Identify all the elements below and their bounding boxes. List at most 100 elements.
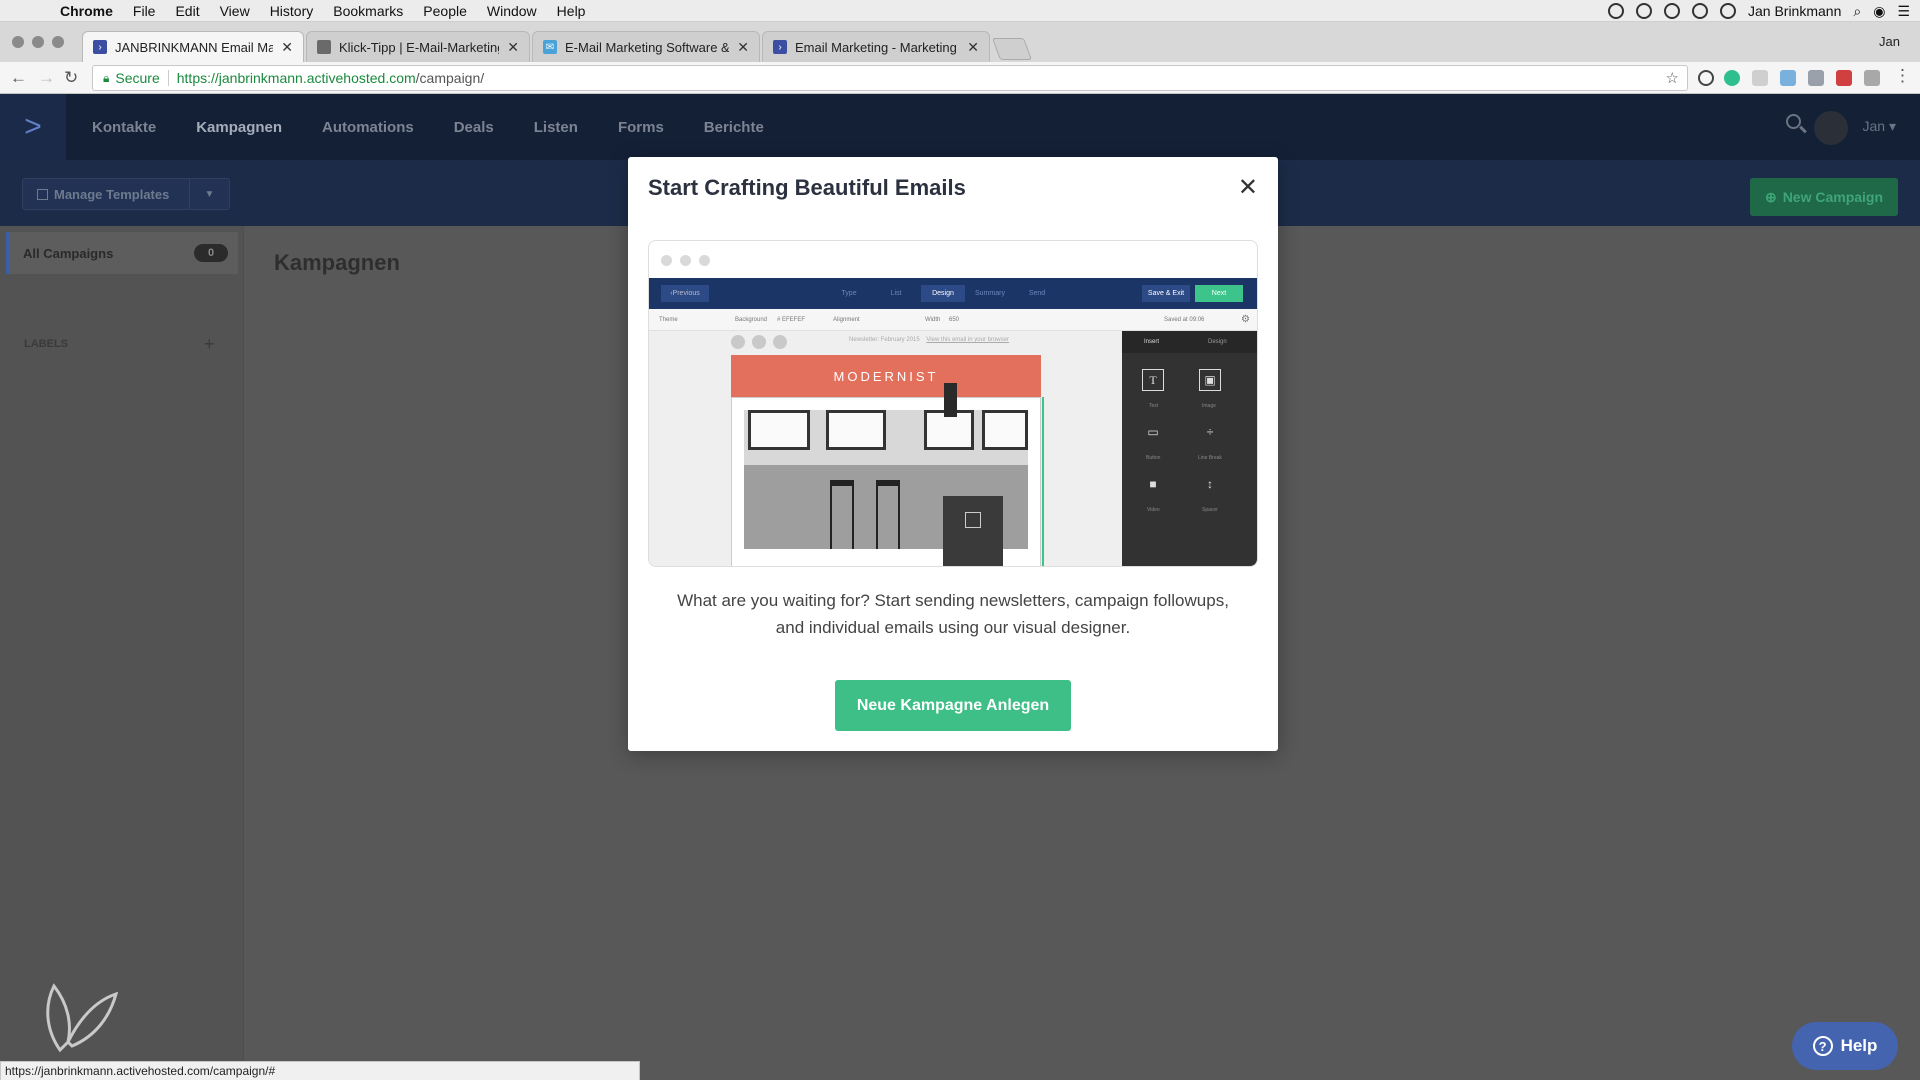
address-separator (167, 70, 169, 86)
browser-tab[interactable]: ✉ E-Mail Marketing Software & ✕ (532, 31, 760, 62)
sidebar-item-all-campaigns[interactable]: All Campaigns 0 (6, 232, 238, 274)
designer-preview-image: ‹ Previous Type List Design Summary Send… (648, 240, 1258, 567)
modal-description: What are you waiting for? Start sending … (648, 587, 1258, 641)
preview-newsletter-date: Newsletter: February 2015 View this emai… (849, 337, 1009, 343)
preview-step: Summary (975, 290, 1005, 297)
preview-drag-text-block (943, 496, 1003, 566)
tab-title: JANBRINKMANN Email Marke (115, 39, 274, 55)
back-arrow-icon[interactable]: ← (10, 68, 27, 88)
help-button[interactable]: ? Help (1792, 1022, 1898, 1070)
menu-help[interactable]: Help (547, 3, 596, 19)
top-navigation: > Kontakte Kampagnen Automations Deals L… (0, 94, 1920, 160)
line-break-tool-label: Line Break (1198, 455, 1222, 461)
page-title: Kampagnen (274, 250, 400, 275)
browser-tab[interactable]: Klick-Tipp | E-Mail-Marketing ✕ (306, 31, 530, 62)
forward-arrow-icon[interactable]: → (38, 68, 55, 88)
image-tool-label: Image (1202, 403, 1216, 409)
preview-panel-header: Insert Design (1122, 331, 1257, 353)
new-campaign-label: New Campaign (1782, 189, 1884, 205)
close-tab-icon[interactable]: ✕ (507, 39, 519, 56)
minimize-window-icon[interactable] (32, 36, 44, 48)
chevron-down-icon[interactable]: ▼ (189, 179, 229, 209)
new-tab-button[interactable] (991, 38, 1033, 60)
notification-icon[interactable] (1663, 3, 1680, 19)
menu-bookmarks[interactable]: Bookmarks (323, 3, 413, 19)
new-campaign-cta-button[interactable]: Neue Kampagne Anlegen (835, 680, 1071, 731)
modal-description-line2: and individual emails using our visual d… (775, 618, 1131, 637)
menu-history[interactable]: History (260, 3, 324, 19)
browser-tab[interactable]: › Email Marketing - Marketing A ✕ (762, 31, 990, 62)
preview-insert-panel: Insert Design T Text ▣ Image ▭ Button ÷ … (1122, 331, 1257, 566)
menubar-username[interactable]: Jan Brinkmann (1748, 3, 1841, 19)
nav-listen[interactable]: Listen (514, 119, 598, 136)
extension-icon[interactable] (1780, 70, 1796, 86)
extension-icon[interactable] (1836, 70, 1852, 86)
nav-kontakte[interactable]: Kontakte (72, 119, 176, 136)
preview-save-exit-button: Save & Exit (1142, 285, 1190, 302)
preview-window-dots (661, 255, 710, 266)
close-icon[interactable]: ✕ (1238, 173, 1258, 202)
puzzle-extension-icon[interactable] (1864, 70, 1880, 86)
manage-templates-label: Manage Templates (54, 186, 170, 202)
user-name: Jan (1862, 118, 1886, 134)
photo-window (748, 410, 810, 450)
manage-templates-button[interactable]: Manage Templates ▼ (22, 178, 230, 210)
close-window-icon[interactable] (12, 36, 24, 48)
preview-step: List (890, 290, 902, 297)
activecampaign-logo-icon[interactable]: > (0, 94, 66, 160)
extension-icon[interactable] (1752, 70, 1768, 86)
address-bar[interactable]: 🔒︎ Secure https://janbrinkmann.activehos… (92, 65, 1688, 91)
browser-tab[interactable]: › JANBRINKMANN Email Marke ✕ (82, 31, 304, 62)
status-icon[interactable] (1607, 3, 1624, 19)
video-tool-icon: ■ (1149, 477, 1157, 491)
button-tool-label: Button (1146, 455, 1161, 461)
avatar[interactable] (1814, 111, 1848, 145)
onepassword-extension-icon[interactable] (1698, 70, 1714, 86)
menu-window[interactable]: Window (477, 3, 547, 19)
extension-icon[interactable] (1808, 70, 1824, 86)
close-tab-icon[interactable]: ✕ (967, 39, 979, 56)
add-label-button[interactable]: + (204, 334, 215, 355)
close-tab-icon[interactable]: ✕ (281, 39, 293, 56)
video-tool-label: Video (1147, 507, 1160, 513)
menu-app-name[interactable]: Chrome (50, 3, 123, 19)
reload-icon[interactable]: ↻ (64, 68, 78, 88)
preview-theme-label: Theme (659, 317, 678, 323)
user-menu[interactable]: Jan ▾ (1863, 118, 1897, 135)
menu-edit[interactable]: Edit (165, 3, 209, 19)
preview-previous-button: ‹ Previous (661, 285, 709, 302)
close-tab-icon[interactable]: ✕ (737, 39, 749, 56)
modal-title: Start Crafting Beautiful Emails (648, 175, 966, 200)
search-icon[interactable] (1786, 114, 1808, 136)
onepassword-icon[interactable] (1635, 3, 1652, 19)
siri-icon[interactable]: ◉ (1873, 3, 1885, 20)
mixmax-extension-icon[interactable] (1724, 70, 1740, 86)
nav-kampagnen[interactable]: Kampagnen (176, 119, 302, 136)
window-controls (12, 36, 64, 48)
nav-berichte[interactable]: Berichte (684, 119, 784, 136)
text-tool-label: Text (1149, 403, 1159, 409)
chrome-menu-icon[interactable]: ⋮ (1894, 66, 1911, 86)
browser-profile-name[interactable]: Jan (1879, 34, 1900, 49)
maximize-window-icon[interactable] (52, 36, 64, 48)
email-favicon-icon: ✉ (543, 40, 557, 54)
image-tool-icon: ▣ (1199, 369, 1221, 391)
preview-design-tab: Design (1208, 339, 1227, 345)
menu-file[interactable]: File (123, 3, 166, 19)
nav-automations[interactable]: Automations (302, 119, 434, 136)
nav-forms[interactable]: Forms (598, 119, 684, 136)
preview-alignment-label: Alignment (833, 317, 860, 323)
browser-toolbar: ← → ↻ 🔒︎ Secure https://janbrinkmann.act… (0, 62, 1920, 94)
spotlight-icon[interactable]: ⌕ (1853, 3, 1861, 20)
new-campaign-button[interactable]: ⊕ New Campaign (1750, 178, 1898, 216)
preview-topbar: ‹ Previous Type List Design Summary Send… (649, 278, 1257, 309)
preview-selection-line (1042, 397, 1044, 566)
bookmark-star-icon[interactable]: ☆ (1666, 69, 1679, 87)
notification-center-icon[interactable]: ☰ (1897, 3, 1910, 20)
nav-deals[interactable]: Deals (434, 119, 514, 136)
time-machine-icon[interactable] (1719, 3, 1736, 19)
airplay-icon[interactable] (1691, 3, 1708, 19)
os-menubar: Chrome File Edit View History Bookmarks … (0, 0, 1920, 22)
menu-people[interactable]: People (413, 3, 477, 19)
menu-view[interactable]: View (210, 3, 260, 19)
